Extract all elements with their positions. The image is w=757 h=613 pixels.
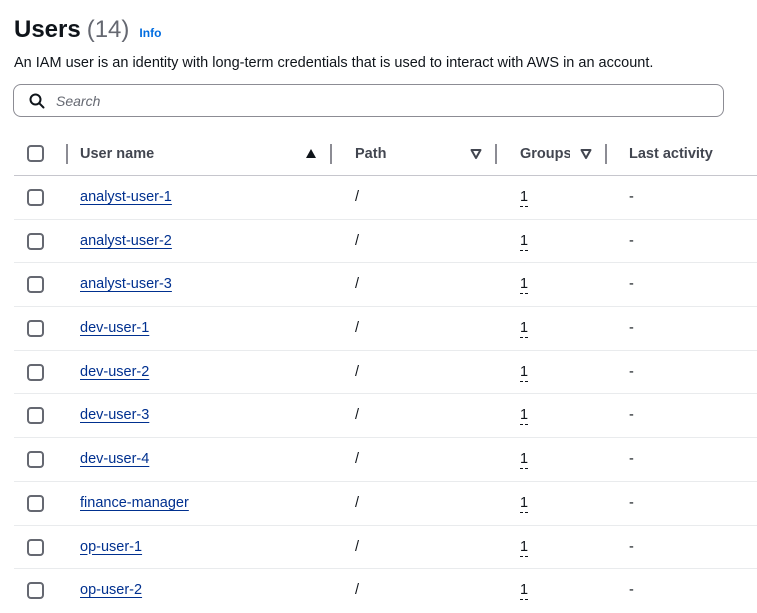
- last-activity-cell: -: [629, 582, 634, 599]
- groups-count[interactable]: 1: [520, 451, 529, 470]
- user-name-link[interactable]: op-user-2: [80, 582, 142, 598]
- path-cell: /: [355, 363, 360, 380]
- table-row: op-user-2 / 1 -: [14, 569, 757, 613]
- table-row: finance-manager / 1 -: [14, 482, 757, 526]
- last-activity-cell: -: [629, 276, 634, 293]
- path-cell: /: [355, 407, 360, 424]
- user-name-link[interactable]: analyst-user-2: [80, 233, 172, 249]
- table-row: analyst-user-2 / 1 -: [14, 220, 757, 264]
- groups-count[interactable]: 1: [520, 276, 529, 295]
- row-checkbox[interactable]: [27, 582, 44, 600]
- sort-descending-icon[interactable]: [470, 148, 482, 160]
- last-activity-cell: -: [629, 320, 634, 337]
- row-checkbox[interactable]: [27, 189, 44, 206]
- last-activity-cell: -: [629, 363, 634, 380]
- row-checkbox[interactable]: [27, 232, 44, 250]
- user-name-link[interactable]: op-user-1: [80, 539, 142, 555]
- page-header: Users (14) Info: [14, 16, 161, 44]
- row-checkbox[interactable]: [27, 407, 44, 425]
- path-cell: /: [355, 232, 360, 249]
- page-description: An IAM user is an identity with long-ter…: [14, 55, 654, 71]
- path-cell: /: [355, 276, 360, 293]
- groups-count[interactable]: 1: [520, 407, 529, 426]
- search-box[interactable]: [13, 84, 724, 117]
- row-checkbox[interactable]: [27, 451, 44, 469]
- path-cell: /: [355, 582, 360, 599]
- last-activity-cell: -: [629, 451, 634, 468]
- user-name-link[interactable]: dev-user-1: [80, 320, 149, 336]
- groups-count[interactable]: 1: [520, 495, 529, 513]
- row-checkbox[interactable]: [27, 276, 44, 294]
- search-icon: [28, 92, 46, 110]
- page-title: Users: [14, 16, 81, 43]
- column-divider[interactable]: [605, 144, 607, 164]
- column-divider[interactable]: [495, 144, 497, 164]
- last-activity-cell: -: [629, 538, 634, 555]
- user-name-link[interactable]: dev-user-3: [80, 407, 149, 423]
- column-divider[interactable]: [330, 144, 332, 164]
- user-name-link[interactable]: analyst-user-1: [80, 189, 172, 205]
- table-header: User name Path Groups Last activity: [14, 133, 757, 176]
- row-checkbox[interactable]: [27, 363, 44, 381]
- last-activity-cell: -: [629, 494, 634, 511]
- path-cell: /: [355, 320, 360, 337]
- table-body: analyst-user-1 / 1 - analyst-user-2 / 1 …: [14, 176, 757, 613]
- path-cell: /: [355, 538, 360, 555]
- path-cell: /: [355, 451, 360, 468]
- table-row: dev-user-2 / 1 -: [14, 351, 757, 395]
- path-cell: /: [355, 189, 360, 205]
- row-checkbox[interactable]: [27, 538, 44, 556]
- user-count: (14): [86, 16, 130, 43]
- user-name-link[interactable]: analyst-user-3: [80, 276, 172, 292]
- groups-count[interactable]: 1: [520, 320, 529, 339]
- iam-users-page: Users (14) Info An IAM user is an identi…: [0, 0, 757, 608]
- users-table: User name Path Groups Last activity anal…: [14, 133, 757, 613]
- search-input[interactable]: [54, 91, 698, 110]
- path-cell: /: [355, 494, 360, 511]
- column-header-last-activity[interactable]: Last activity: [629, 146, 713, 162]
- row-checkbox[interactable]: [27, 494, 44, 512]
- groups-count[interactable]: 1: [520, 233, 529, 251]
- last-activity-cell: -: [629, 232, 634, 249]
- groups-count[interactable]: 1: [520, 189, 529, 207]
- groups-count[interactable]: 1: [520, 539, 529, 557]
- user-name-link[interactable]: dev-user-2: [80, 364, 149, 380]
- table-row: analyst-user-1 / 1 -: [14, 176, 757, 220]
- column-divider: [66, 144, 68, 164]
- table-row: dev-user-1 / 1 -: [14, 307, 757, 351]
- column-header-user-name[interactable]: User name: [80, 146, 154, 162]
- row-checkbox[interactable]: [27, 320, 44, 338]
- table-row: dev-user-3 / 1 -: [14, 394, 757, 439]
- user-name-link[interactable]: finance-manager: [80, 495, 189, 511]
- user-name-link[interactable]: dev-user-4: [80, 451, 149, 467]
- sort-ascending-icon[interactable]: [305, 148, 317, 160]
- last-activity-cell: -: [629, 189, 634, 205]
- last-activity-cell: -: [629, 407, 634, 424]
- select-all-checkbox[interactable]: [27, 145, 44, 162]
- table-row: op-user-1 / 1 -: [14, 526, 757, 570]
- groups-count[interactable]: 1: [520, 364, 529, 382]
- table-row: analyst-user-3 / 1 -: [14, 263, 757, 308]
- table-row: dev-user-4 / 1 -: [14, 438, 757, 482]
- column-header-groups[interactable]: Groups: [520, 146, 570, 162]
- sort-descending-icon[interactable]: [580, 148, 592, 160]
- info-link[interactable]: Info: [139, 26, 161, 40]
- groups-count[interactable]: 1: [520, 582, 529, 601]
- column-header-path[interactable]: Path: [355, 146, 386, 162]
